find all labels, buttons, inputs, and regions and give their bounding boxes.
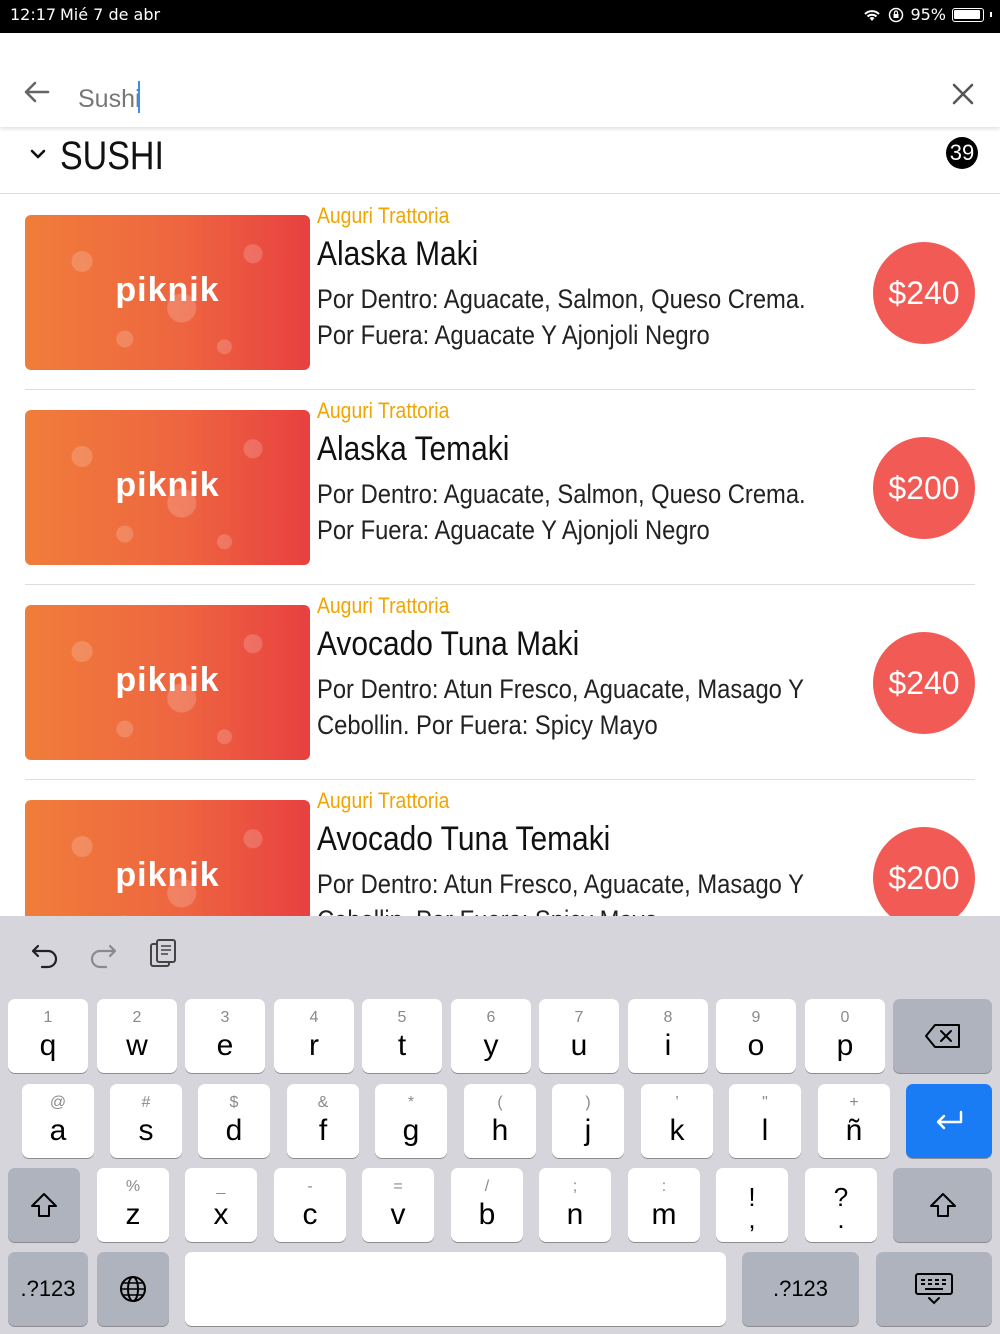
price-badge[interactable]: $200: [873, 437, 975, 539]
backspace-icon: [924, 1024, 960, 1048]
list-item[interactable]: piknik Auguri Trattoria Alaska Temaki Po…: [0, 390, 1000, 585]
key-p[interactable]: 0p: [805, 999, 885, 1073]
key-t[interactable]: 5t: [362, 999, 442, 1073]
product-image: piknik: [25, 215, 310, 370]
list-item[interactable]: piknik Auguri Trattoria Avocado Tuna Tem…: [0, 780, 1000, 916]
key-i[interactable]: 8i: [628, 999, 708, 1073]
restaurant-name: Auguri Trattoria: [317, 788, 450, 813]
list-item[interactable]: piknik Auguri Trattoria Alaska Maki Por …: [0, 195, 1000, 390]
battery-percent: 95%: [910, 5, 946, 24]
keyboard-hide-icon: [915, 1273, 953, 1305]
key-comma[interactable]: !,: [716, 1168, 788, 1242]
brand-logo: piknik: [115, 661, 220, 699]
paste-icon[interactable]: [146, 936, 180, 970]
dish-name: Avocado Tuna Maki: [317, 625, 580, 663]
section-header[interactable]: SUSHI: [0, 128, 1000, 194]
key-period[interactable]: ?.: [805, 1168, 877, 1242]
globe-icon: [120, 1276, 146, 1302]
text-cursor: [138, 81, 140, 113]
numbers-key-left[interactable]: .?123: [8, 1252, 88, 1326]
dish-description: Por Dentro: Aguacate, Salmon, Queso Crem…: [317, 284, 806, 350]
key-o[interactable]: 9o: [716, 999, 796, 1073]
dish-description: Por Dentro: Atun Fresco, Aguacate, Masag…: [317, 674, 804, 740]
restaurant-name: Auguri Trattoria: [317, 203, 450, 228]
key-b[interactable]: / b: [451, 1168, 523, 1242]
shift-icon: [929, 1193, 956, 1217]
price-badge[interactable]: $240: [873, 242, 975, 344]
status-time: 12:17: [10, 5, 57, 24]
search-input[interactable]: [78, 81, 778, 117]
count-badge: 39: [946, 137, 978, 169]
key-w[interactable]: 2w: [97, 999, 177, 1073]
dish-name: Alaska Temaki: [317, 430, 510, 468]
key-d[interactable]: $ d: [198, 1084, 270, 1158]
shift-key-left[interactable]: [8, 1168, 80, 1242]
chevron-down-icon[interactable]: [28, 144, 48, 164]
status-bar: 12:17 Mié 7 de abr 95%: [0, 0, 1000, 33]
restaurant-name: Auguri Trattoria: [317, 398, 450, 423]
section-title: SUSHI: [60, 134, 164, 178]
keyboard: 1q 2w 3e 4r 5t 6y 7u 8i 9o 0p @ a # s $ d &…: [0, 916, 1000, 1334]
price-badge[interactable]: $200: [873, 827, 975, 916]
key-x[interactable]: _ x: [185, 1168, 257, 1242]
key-k[interactable]: ’ k: [641, 1084, 713, 1158]
hide-keyboard-key[interactable]: [876, 1252, 992, 1326]
delete-key[interactable]: [893, 999, 992, 1073]
dish-name: Avocado Tuna Temaki: [317, 820, 611, 858]
status-date: Mié 7 de abr: [60, 5, 161, 24]
return-icon: [936, 1110, 963, 1130]
brand-logo: piknik: [115, 271, 220, 309]
dish-name: Alaska Maki: [317, 235, 479, 273]
price-badge[interactable]: $240: [873, 632, 975, 734]
back-arrow-icon[interactable]: [20, 75, 54, 109]
brand-logo: piknik: [115, 856, 220, 894]
product-list: piknik Auguri Trattoria Alaska Maki Por …: [0, 195, 1000, 916]
redo-icon[interactable]: [86, 936, 120, 970]
keyboard-toolbar: [0, 916, 1000, 990]
shift-key-right[interactable]: [893, 1168, 992, 1242]
wifi-icon: [864, 9, 881, 21]
key-c[interactable]: -c: [274, 1168, 346, 1242]
numbers-key-right[interactable]: .?123: [742, 1252, 859, 1326]
product-image: piknik: [25, 800, 310, 916]
key-r[interactable]: 4r: [274, 999, 354, 1073]
key-h[interactable]: (h: [464, 1084, 536, 1158]
orientation-lock-icon: [889, 7, 904, 22]
key-v[interactable]: = v: [362, 1168, 434, 1242]
search-bar: [0, 33, 1000, 127]
dish-description: Por Dentro: Aguacate, Salmon, Queso Crem…: [317, 479, 806, 545]
key-n-tilde[interactable]: + ñ: [818, 1084, 890, 1158]
product-image: piknik: [25, 605, 310, 760]
key-s[interactable]: # s: [110, 1084, 182, 1158]
key-m[interactable]: :m: [628, 1168, 700, 1242]
undo-icon[interactable]: [28, 936, 62, 970]
key-a[interactable]: @ a: [22, 1084, 94, 1158]
key-u[interactable]: 7u: [539, 999, 619, 1073]
brand-logo: piknik: [115, 466, 220, 504]
key-l[interactable]: " l: [729, 1084, 801, 1158]
key-f[interactable]: & f: [287, 1084, 359, 1158]
key-n[interactable]: ; n: [539, 1168, 611, 1242]
key-g[interactable]: * g: [375, 1084, 447, 1158]
globe-key[interactable]: [97, 1252, 169, 1326]
restaurant-name: Auguri Trattoria: [317, 593, 450, 618]
close-icon[interactable]: [948, 79, 978, 109]
key-j[interactable]: ) j: [552, 1084, 624, 1158]
return-key[interactable]: [906, 1084, 992, 1158]
key-z[interactable]: % z: [97, 1168, 169, 1242]
key-y[interactable]: 6y: [451, 999, 531, 1073]
status-right: 95%: [862, 5, 992, 24]
product-image: piknik: [25, 410, 310, 565]
list-item[interactable]: piknik Auguri Trattoria Avocado Tuna Mak…: [0, 585, 1000, 780]
key-q[interactable]: 1q: [8, 999, 88, 1073]
battery-icon: [952, 7, 984, 22]
dish-description: Por Dentro: Atun Fresco, Aguacate, Masag…: [317, 869, 804, 916]
battery-tip: [990, 12, 992, 17]
key-e[interactable]: 3e: [185, 999, 265, 1073]
shift-icon: [31, 1193, 57, 1217]
space-key[interactable]: [185, 1252, 726, 1326]
